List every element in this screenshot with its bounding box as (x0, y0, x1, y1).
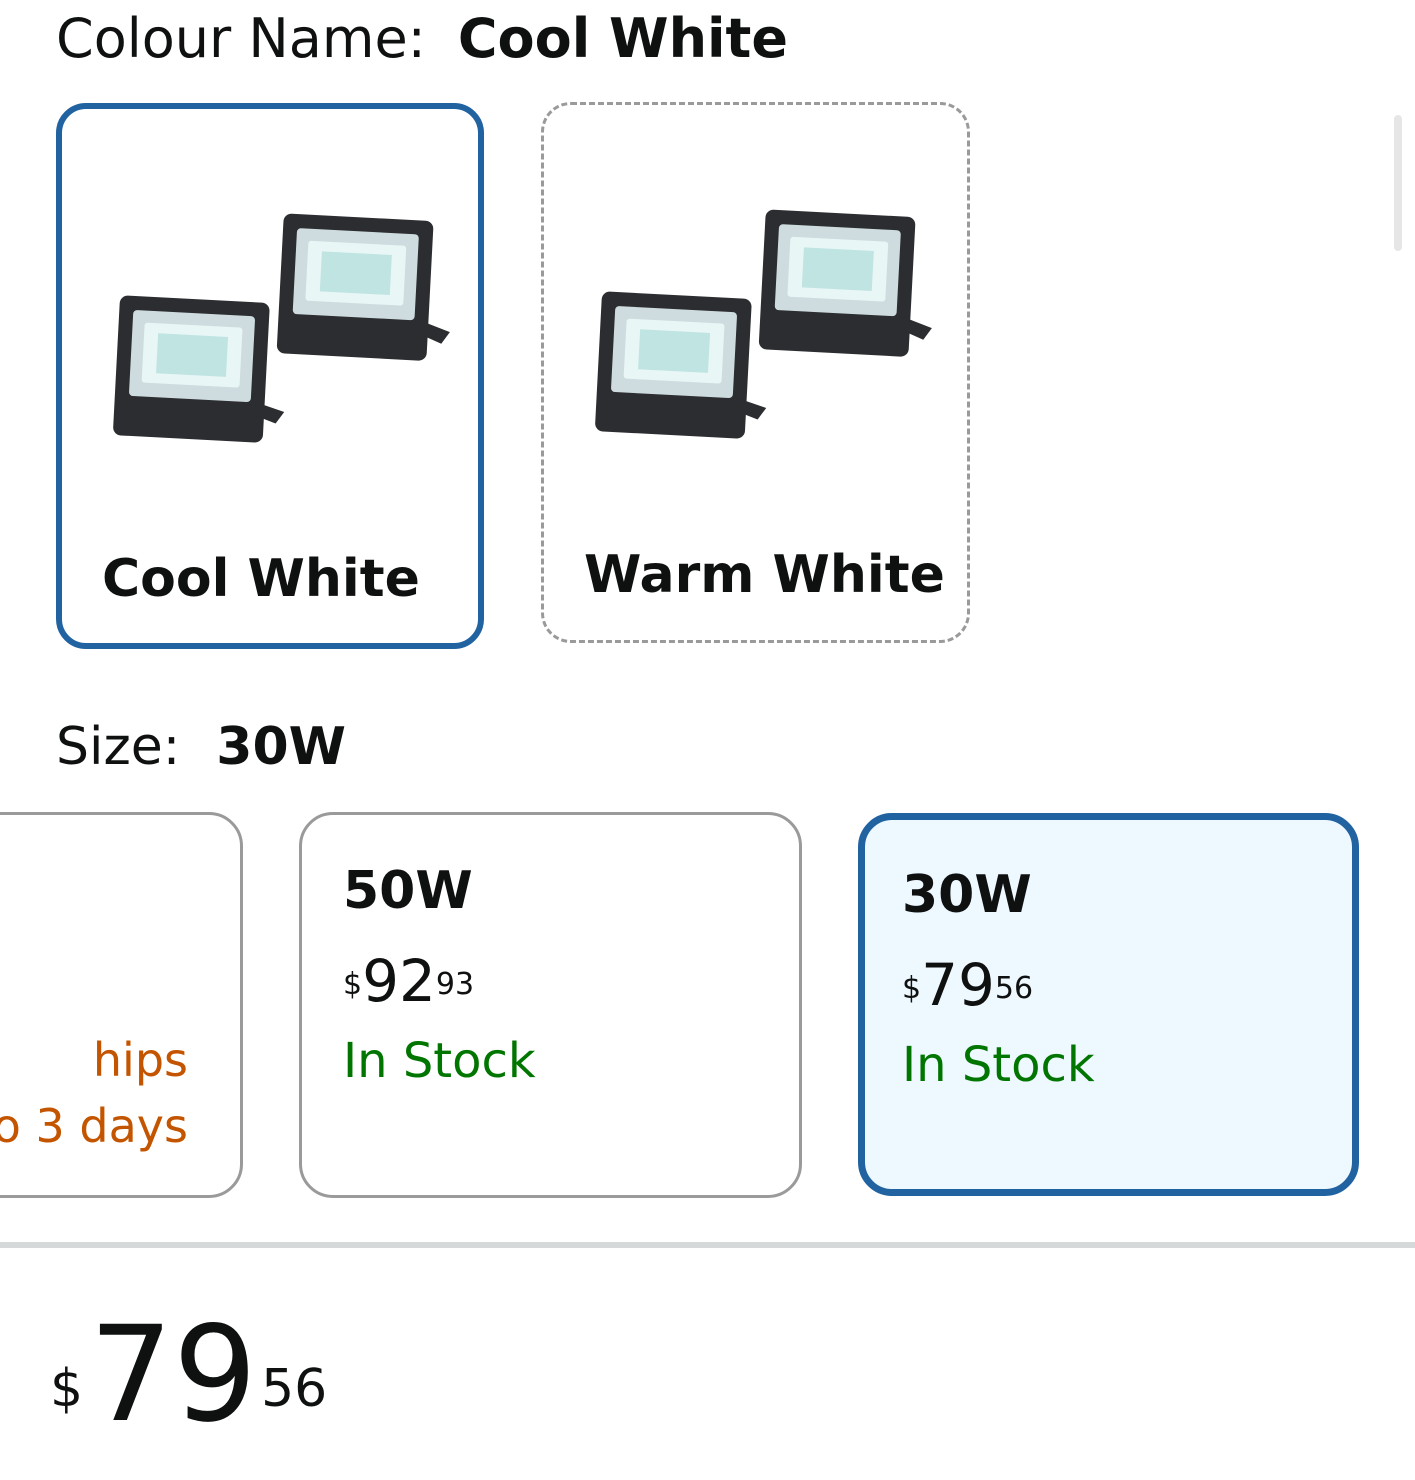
main-price-whole: 79 (89, 1298, 258, 1452)
scrollbar-thumb[interactable] (1394, 115, 1402, 251)
size-option-50w[interactable]: 50W $9293 In Stock (299, 812, 802, 1198)
size-option-30w[interactable]: 30W $7956 In Stock (858, 813, 1359, 1196)
price-currency: $ (343, 967, 363, 1002)
size-option-price: $9293 (343, 949, 474, 1028)
size-row: Size: 30W (56, 714, 346, 780)
section-divider (0, 1242, 1415, 1248)
colour-name-row: Colour Name: Cool White (56, 6, 788, 72)
size-option-title: 50W (343, 861, 473, 921)
size-label: Size: (56, 717, 181, 777)
size-option-title: 30W (902, 865, 1032, 925)
colour-swatch-cool-white[interactable]: Cool White (56, 103, 484, 649)
price-fraction: 93 (435, 967, 475, 1002)
colour-name-label: Colour Name: (56, 7, 426, 70)
shipping-text: o 3 days (0, 1099, 188, 1153)
stock-status: In Stock (343, 1033, 536, 1089)
swatch-label: Warm White (584, 545, 945, 605)
size-option-price: $7956 (902, 953, 1033, 1032)
swatch-label: Cool White (102, 549, 420, 609)
main-price-fraction: 56 (261, 1359, 328, 1419)
cool-white-floodlight-image (113, 213, 450, 443)
shipping-text: hips (92, 1033, 188, 1087)
colour-swatch-warm-white[interactable]: Warm White (541, 102, 970, 643)
size-option-partial[interactable]: hips o 3 days (0, 812, 243, 1198)
main-price-currency: $ (50, 1359, 84, 1419)
warm-white-floodlight-image (595, 209, 932, 439)
price-whole: 92 (362, 947, 436, 1015)
price-whole: 79 (921, 951, 995, 1019)
main-price: $7956 (50, 1309, 328, 1480)
stock-status: In Stock (902, 1037, 1095, 1093)
price-fraction: 56 (994, 971, 1034, 1006)
price-currency: $ (902, 971, 922, 1006)
colour-name-value: Cool White (457, 7, 788, 70)
size-value: 30W (216, 717, 346, 777)
